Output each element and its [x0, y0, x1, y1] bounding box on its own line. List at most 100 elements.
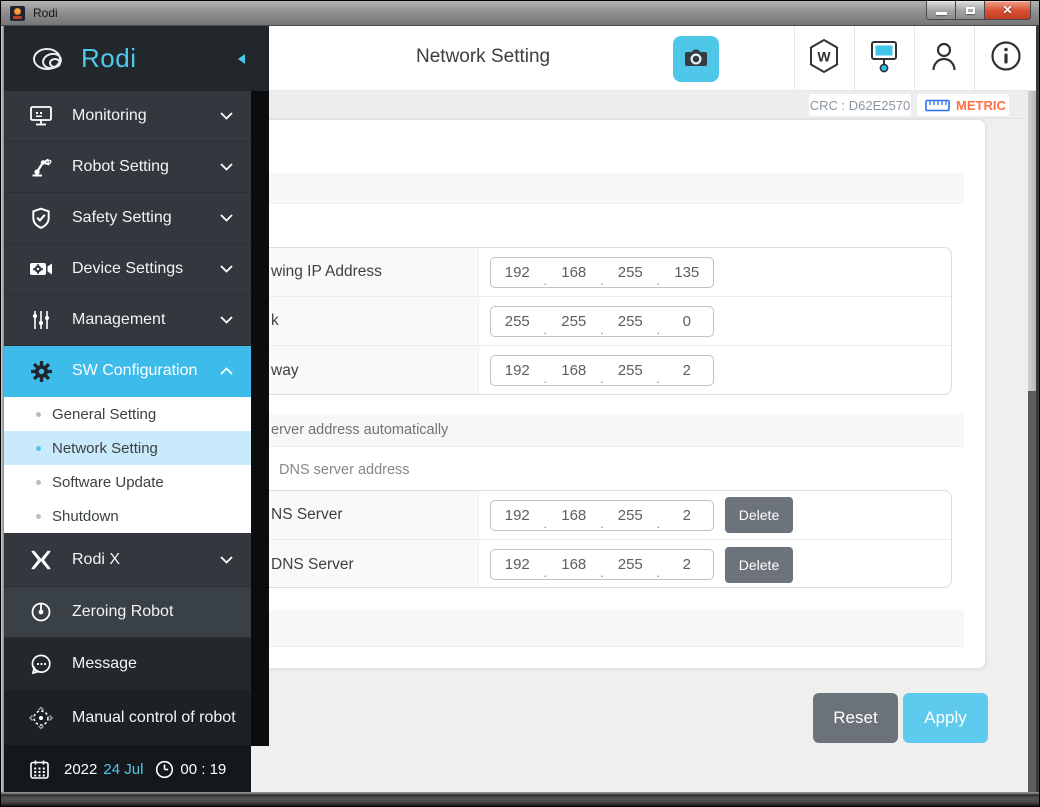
info-button[interactable] [974, 26, 1038, 91]
user-account-button[interactable] [914, 26, 974, 91]
sidebar-item-label: Safety Setting [72, 209, 220, 227]
sliders-icon [28, 308, 54, 332]
collapse-arrow-icon[interactable] [238, 54, 245, 64]
octet-field[interactable]: 255 [604, 501, 657, 530]
network-setting-content: wing IP Address 192 168 255 135 k [269, 119, 1038, 792]
reset-button[interactable]: Reset [813, 693, 898, 743]
octet-field[interactable]: 2 [661, 550, 714, 579]
close-button[interactable]: ✕ [985, 1, 1031, 20]
sidebar-datetime: 2022 24 Jul 00 : 19 [1, 745, 251, 793]
octet-field[interactable]: 192 [491, 258, 544, 287]
octet-field[interactable]: 168 [548, 550, 601, 579]
octet-field[interactable]: 255 [604, 258, 657, 287]
delete-dns-button[interactable]: Delete [725, 497, 793, 533]
date-day-month: 24 Jul [103, 761, 143, 778]
window-title: Rodi [33, 6, 58, 20]
section-band-bottom [269, 610, 964, 647]
octet-field[interactable]: 255 [604, 307, 657, 336]
metric-unit-badge[interactable]: METRIC [917, 94, 1009, 116]
gear-icon [28, 359, 54, 383]
maximize-button[interactable] [956, 1, 985, 20]
shield-check-icon [28, 206, 54, 230]
minimize-button[interactable] [926, 1, 956, 20]
person-icon [928, 39, 960, 78]
brand-name: Rodi [81, 43, 136, 74]
submenu-item-shutdown[interactable]: Shutdown [1, 499, 251, 533]
window-right-border [1036, 26, 1039, 792]
preferred-dns-input[interactable]: 192 168 255 2 [490, 500, 714, 531]
ip-address-label: wing IP Address [271, 263, 382, 281]
sidebar-shadow [251, 91, 269, 746]
label-column: k [269, 297, 479, 345]
device-camera-icon [28, 257, 54, 281]
sidebar-item-rodi-x[interactable]: Rodi X [1, 533, 251, 587]
window-titlebar: Rodi ✕ [1, 1, 1039, 26]
workspace-hexagon-button[interactable]: W [794, 26, 854, 91]
dns-server-form: NS Server 192 168 255 2 Delete DNS Serve… [269, 490, 952, 588]
submenu-item-network-setting[interactable]: Network Setting [1, 431, 251, 465]
octet-field[interactable]: 0 [661, 307, 714, 336]
octet-field[interactable]: 255 [604, 356, 657, 385]
info-icon [989, 39, 1023, 78]
move-control-icon [28, 706, 54, 730]
submenu-item-general-setting[interactable]: General Setting [1, 397, 251, 431]
sidebar-item-device-settings[interactable]: Device Settings [1, 244, 251, 295]
sidebar-item-label: Robot Setting [72, 158, 220, 176]
dns-auto-label: erver address automatically [269, 422, 448, 438]
crc-value: CRC : D62E2570 [810, 98, 910, 113]
netmask-label: k [271, 312, 279, 330]
window-left-border [1, 26, 4, 792]
sidebar-item-manual-control[interactable]: Manual control of robot [1, 690, 251, 745]
page-title: Network Setting [416, 46, 550, 68]
sidebar-item-label: Zeroing Robot [72, 603, 251, 621]
sidebar-item-zeroing-robot[interactable]: Zeroing Robot [1, 587, 251, 638]
sidebar-item-monitoring[interactable]: Monitoring [1, 91, 251, 142]
octet-field[interactable]: 168 [548, 258, 601, 287]
rodi-logo-icon [29, 42, 69, 76]
octet-field[interactable]: 135 [661, 258, 714, 287]
monitor-icon [28, 104, 54, 128]
octet-field[interactable]: 192 [491, 356, 544, 385]
octet-field[interactable]: 192 [491, 501, 544, 530]
label-column: NS Server [269, 491, 479, 539]
submenu-item-software-update[interactable]: Software Update [1, 465, 251, 499]
dns-manual-option-row[interactable]: DNS server address [269, 450, 964, 490]
app-window: Rodi ✕ Rodi Monitoring [0, 0, 1040, 807]
preferred-dns-label: NS Server [271, 506, 343, 524]
app-icon [10, 6, 25, 21]
octet-field[interactable]: 2 [661, 501, 714, 530]
target-icon [28, 600, 54, 624]
sidebar-item-safety-setting[interactable]: Safety Setting [1, 193, 251, 244]
ip-address-input[interactable]: 192 168 255 135 [490, 257, 714, 288]
bullet-icon [36, 446, 41, 451]
octet-field[interactable]: 168 [548, 356, 601, 385]
gateway-input[interactable]: 192 168 255 2 [490, 355, 714, 386]
chevron-down-icon [220, 163, 233, 171]
screenshot-camera-button[interactable] [673, 36, 719, 82]
octet-field[interactable]: 2 [661, 356, 714, 385]
scrollbar-thumb[interactable] [1028, 91, 1036, 391]
sidebar-item-management[interactable]: Management [1, 295, 251, 346]
dns-auto-option-row[interactable]: erver address automatically [269, 414, 964, 447]
sidebar-item-sw-configuration[interactable]: SW Configuration [1, 346, 251, 397]
network-status-button[interactable] [854, 26, 914, 91]
submenu-item-label: Software Update [52, 474, 164, 491]
submenu-item-label: General Setting [52, 406, 156, 423]
octet-field[interactable]: 255 [548, 307, 601, 336]
sidebar-item-message[interactable]: Message [1, 638, 251, 690]
maximize-icon [966, 7, 975, 14]
delete-dns-button[interactable]: Delete [725, 547, 793, 583]
octet-field[interactable]: 255 [604, 550, 657, 579]
label-column: way [269, 346, 479, 395]
sidebar-item-robot-setting[interactable]: Robot Setting [1, 142, 251, 193]
netmask-input[interactable]: 255 255 255 0 [490, 306, 714, 337]
close-icon: ✕ [1002, 3, 1012, 17]
robot-arm-icon [28, 155, 54, 179]
octet-field[interactable]: 192 [491, 550, 544, 579]
octet-field[interactable]: 255 [491, 307, 544, 336]
sidebar-item-label: Monitoring [72, 107, 220, 125]
apply-button[interactable]: Apply [903, 693, 988, 743]
alternate-dns-input[interactable]: 192 168 255 2 [490, 549, 714, 580]
sidebar-item-label: Message [72, 655, 251, 673]
octet-field[interactable]: 168 [548, 501, 601, 530]
